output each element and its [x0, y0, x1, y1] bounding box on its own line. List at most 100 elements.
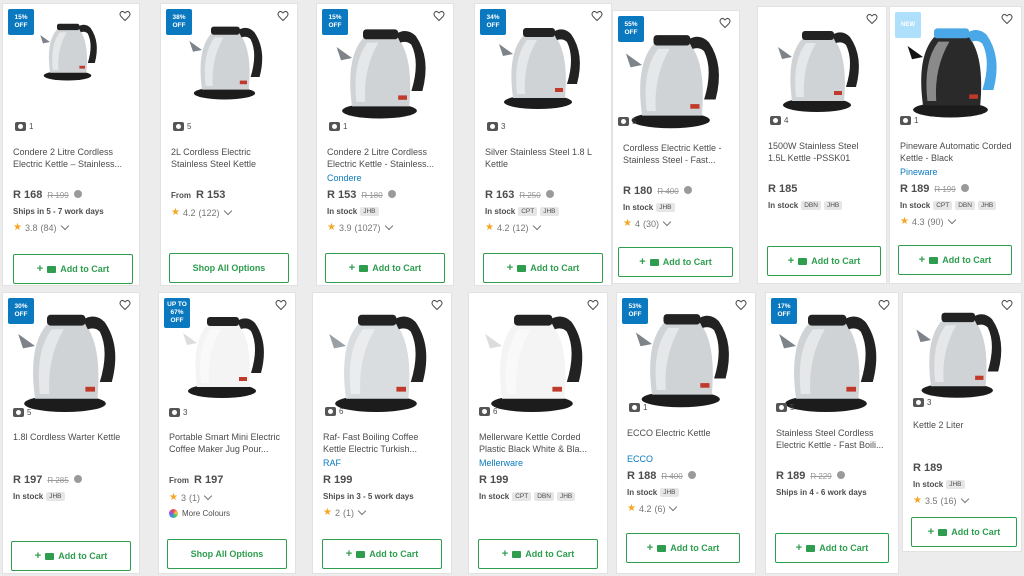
rating[interactable]: ★ 3.9 (1027): [327, 221, 445, 233]
price: R 197: [13, 474, 43, 486]
product-card[interactable]: 4 1500W Stainless Steel 1.5L Kettle -PSSK…: [757, 6, 887, 284]
product-card[interactable]: 34% OFF 3 Silver Stainless Steel 1.8 L Kett…: [474, 3, 612, 286]
heart-icon[interactable]: [719, 17, 731, 29]
rating[interactable]: ★ 4.2 (122): [171, 206, 289, 218]
chevron-down-icon[interactable]: [223, 206, 232, 216]
chevron-down-icon[interactable]: [669, 502, 678, 512]
info-icon[interactable]: [73, 190, 82, 198]
heart-icon[interactable]: [431, 299, 443, 311]
product-card[interactable]: 6 Mellerware Kettle Corded Plastic Black …: [468, 292, 608, 574]
rating[interactable]: ★ 4.2 (6): [627, 502, 747, 514]
heart-icon[interactable]: [735, 299, 747, 311]
info-icon[interactable]: [545, 190, 554, 198]
brand-link[interactable]: RAF: [323, 458, 443, 469]
rating[interactable]: ★ 4 (30): [623, 217, 731, 229]
heart-icon[interactable]: [866, 13, 878, 25]
rating[interactable]: ★ 3.5 (16): [913, 494, 1013, 506]
product-card[interactable]: 55% OFF 5 Cordless Electric Kettle - Stainl…: [612, 10, 740, 284]
product-image[interactable]: [469, 298, 607, 418]
product-title[interactable]: Portable Smart Mini Electric Coffee Make…: [169, 431, 287, 455]
heart-icon[interactable]: [119, 299, 131, 311]
product-title[interactable]: 1500W Stainless Steel 1.5L Kettle -PSSK0…: [768, 140, 878, 164]
brand-link[interactable]: ECCO: [627, 454, 747, 465]
stock-status: In stock JHB: [623, 203, 731, 212]
product-card[interactable]: 30% OFF 5 1.8l Cordless Warter Kettle R 197 R…: [2, 292, 140, 574]
product-title[interactable]: 2L Cordless Electric Stainless Steel Ket…: [171, 146, 289, 170]
product-title[interactable]: Cordless Electric Kettle - Stainless Ste…: [623, 142, 731, 166]
add-to-cart-button[interactable]: + Add to Cart: [322, 539, 442, 569]
product-image[interactable]: [903, 298, 1021, 403]
rating[interactable]: ★ 3 (1): [169, 491, 287, 503]
chevron-down-icon[interactable]: [947, 215, 956, 225]
heart-icon[interactable]: [878, 299, 890, 311]
add-to-cart-button[interactable]: + Add to Cart: [911, 517, 1017, 547]
add-to-cart-button[interactable]: + Add to Cart: [11, 541, 131, 571]
rating[interactable]: ★ 2 (1): [323, 506, 443, 518]
more-colours[interactable]: More Colours: [169, 509, 287, 518]
heart-icon[interactable]: [587, 299, 599, 311]
add-to-cart-button[interactable]: + Add to Cart: [898, 245, 1012, 275]
add-to-cart-button[interactable]: + Add to Cart: [767, 246, 881, 276]
product-card[interactable]: 15% OFF 1 Condere 2 Litre Cordless Electric…: [2, 3, 140, 286]
chevron-down-icon[interactable]: [60, 221, 69, 231]
rating[interactable]: ★ 3.8 (84): [13, 221, 131, 233]
product-card[interactable]: 15% OFF 1 Condere 2 Litre Cordless Electric…: [316, 3, 454, 286]
rating[interactable]: ★ 4.2 (12): [485, 221, 603, 233]
product-title[interactable]: 1.8l Cordless Warter Kettle: [13, 431, 131, 455]
product-title[interactable]: Mellerware Kettle Corded Plastic Black W…: [479, 431, 599, 455]
product-card[interactable]: 38% OFF 5 2L Cordless Electric Stainless St…: [160, 3, 298, 286]
shop-all-options-button[interactable]: Shop All Options: [169, 253, 289, 283]
heart-icon[interactable]: [119, 10, 131, 22]
info-icon[interactable]: [687, 471, 696, 479]
heart-icon[interactable]: [433, 10, 445, 22]
chevron-down-icon[interactable]: [960, 494, 969, 504]
info-icon[interactable]: [960, 184, 969, 192]
product-title[interactable]: Pineware Automatic Corded Kettle - Black: [900, 140, 1013, 164]
add-to-cart-button[interactable]: + Add to Cart: [483, 253, 603, 283]
heart-icon[interactable]: [277, 10, 289, 22]
shop-all-options-button[interactable]: Shop All Options: [167, 539, 287, 569]
image-count: 6: [479, 407, 497, 416]
heart-icon[interactable]: [275, 299, 287, 311]
product-image[interactable]: [313, 298, 451, 418]
product-card[interactable]: 17% OFF 5 Stainless Steel Cordless Electric…: [765, 292, 899, 574]
heart-icon[interactable]: [1001, 13, 1013, 25]
product-title[interactable]: Silver Stainless Steel 1.8 L Kettle: [485, 146, 603, 170]
product-title[interactable]: Raf- Fast Boiling Coffee Kettle Electric…: [323, 431, 443, 455]
add-to-cart-button[interactable]: + Add to Cart: [775, 533, 889, 563]
info-icon[interactable]: [683, 186, 692, 194]
product-card[interactable]: NEW 1 Pineware Automatic Corded Kettle - B…: [889, 6, 1022, 284]
add-to-cart-button[interactable]: + Add to Cart: [478, 539, 598, 569]
product-card[interactable]: 53% OFF 1 ECCO Electric Kettle ECCO R 188 R 40…: [616, 292, 756, 574]
info-icon[interactable]: [387, 190, 396, 198]
chevron-down-icon[interactable]: [384, 221, 393, 231]
product-card[interactable]: 6 Raf- Fast Boiling Coffee Kettle Electri…: [312, 292, 452, 574]
rating[interactable]: ★ 4.3 (90): [900, 215, 1013, 227]
product-title[interactable]: Condere 2 Litre Cordless Electric Kettle…: [13, 146, 131, 170]
product-card[interactable]: 3 Kettle 2 Liter R 189 In stock JHB ★ 3.5 (16) +…: [902, 292, 1022, 552]
product-title[interactable]: Kettle 2 Liter: [913, 419, 1013, 443]
add-to-cart-button[interactable]: + Add to Cart: [626, 533, 740, 563]
heart-icon[interactable]: [1001, 299, 1013, 311]
add-to-cart-button[interactable]: + Add to Cart: [13, 254, 133, 284]
product-title[interactable]: Stainless Steel Cordless Electric Kettle…: [776, 427, 890, 451]
product-title[interactable]: Condere 2 Litre Cordless Electric Kettle…: [327, 146, 445, 170]
product-image[interactable]: [758, 17, 886, 117]
brand-link[interactable]: Mellerware: [479, 458, 599, 469]
chevron-down-icon[interactable]: [532, 221, 541, 231]
chevron-down-icon[interactable]: [662, 217, 672, 227]
product-card[interactable]: UP TO 67% OFF 3 Portable Smart Mini Electric…: [158, 292, 296, 574]
info-icon[interactable]: [836, 471, 845, 479]
brand-link[interactable]: Condere: [327, 173, 445, 184]
info-icon[interactable]: [73, 475, 82, 483]
brand-link[interactable]: Pineware: [900, 167, 1013, 178]
add-to-cart-button[interactable]: + Add to Cart: [325, 253, 445, 283]
image-count-value: 3: [183, 408, 188, 417]
product-title[interactable]: ECCO Electric Kettle: [627, 427, 747, 451]
chevron-down-icon[interactable]: [357, 506, 367, 516]
chevron-down-icon[interactable]: [203, 491, 213, 501]
add-to-cart-button[interactable]: + Add to Cart: [618, 247, 733, 277]
heart-icon[interactable]: [591, 10, 603, 22]
star-icon: ★: [485, 222, 494, 233]
shipping-info: Ships in 3 - 5 work days: [323, 492, 414, 501]
